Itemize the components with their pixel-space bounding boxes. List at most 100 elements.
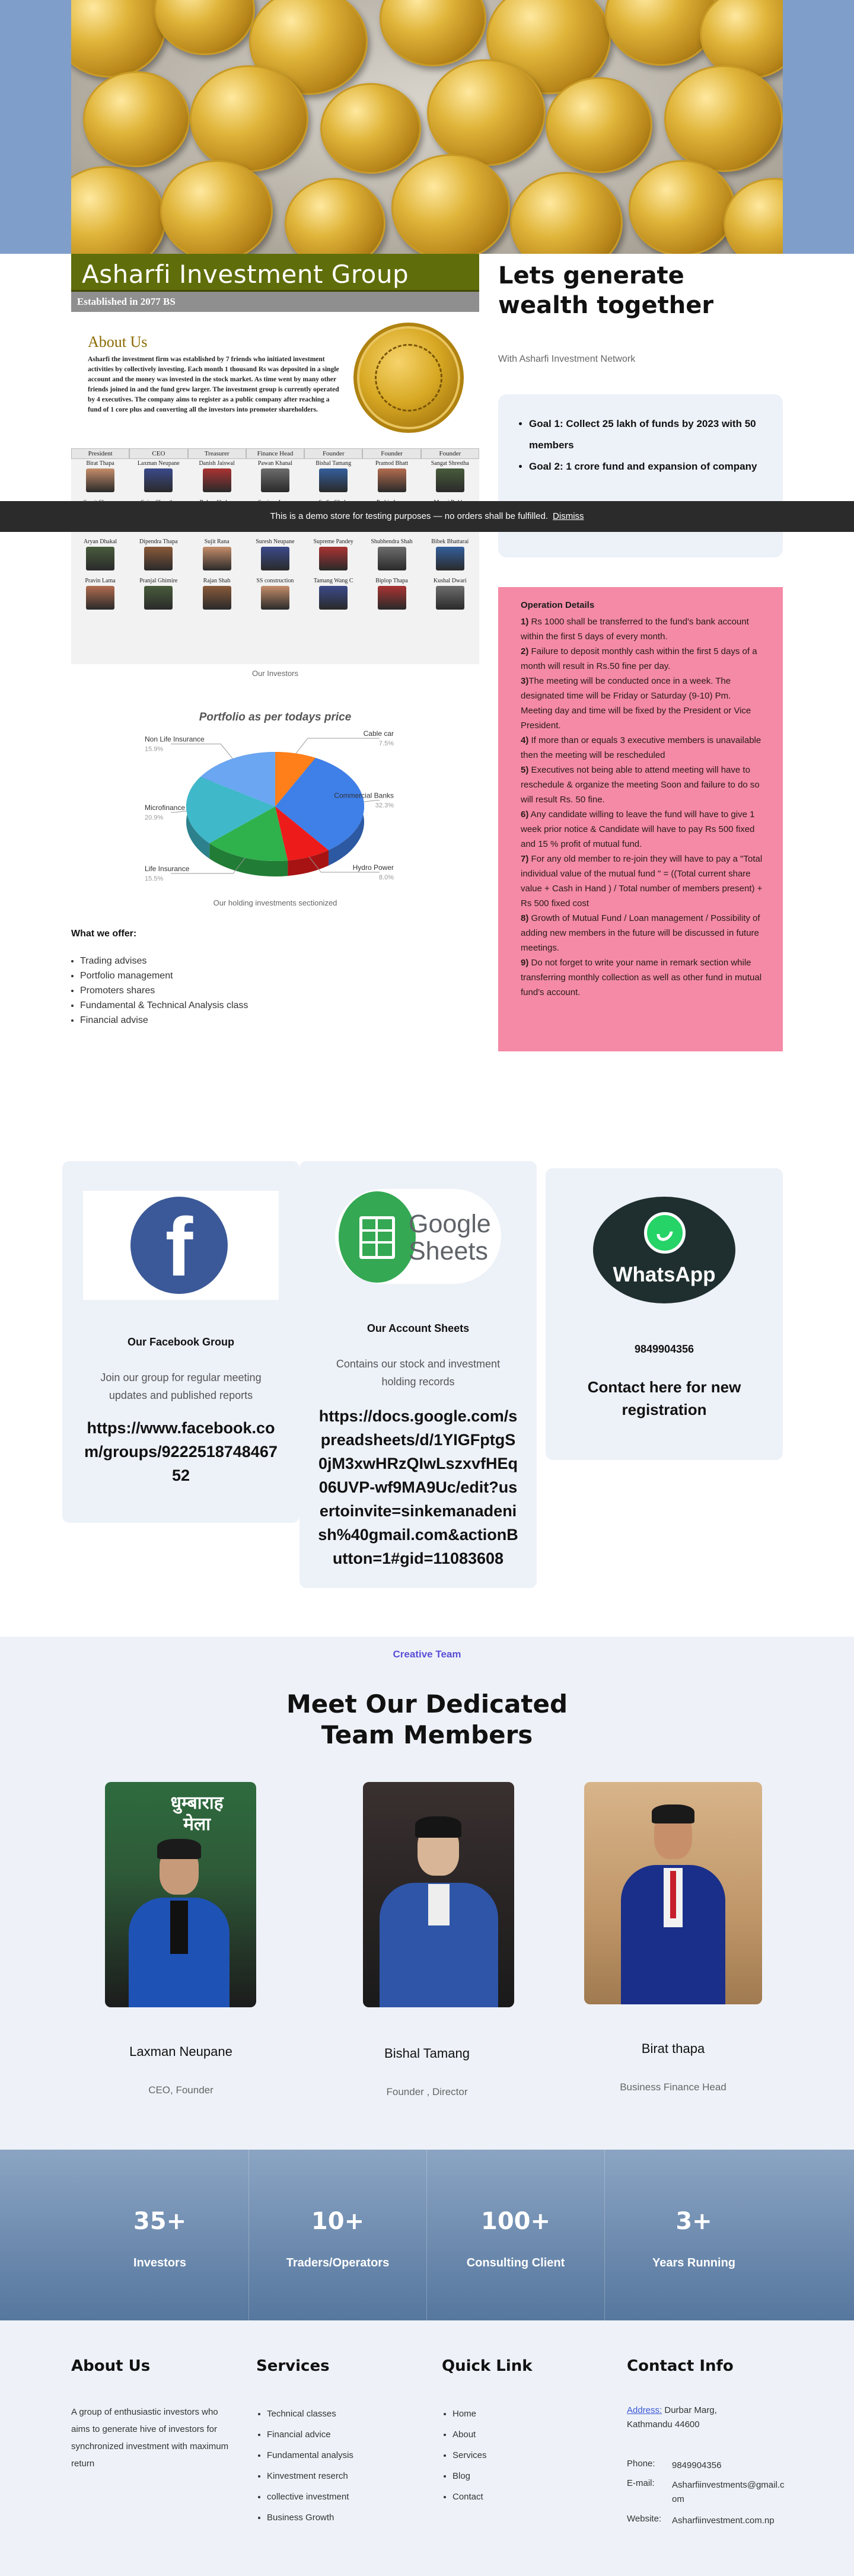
- gold-coin: [546, 77, 652, 173]
- stat-label: Years Running: [652, 2256, 736, 2269]
- investor-name: Sujit Rana: [204, 538, 230, 545]
- demo-store-text: This is a demo store for testing purpose…: [270, 511, 549, 521]
- member-name-bishal: Bishal Tamang: [384, 2046, 470, 2061]
- contact-address: Address: Durbar Marg, Kathmandu 44600: [627, 2403, 787, 2432]
- email-value[interactable]: Asharfiinvestments@gmail.com: [672, 2478, 785, 2507]
- gold-coin: [71, 0, 166, 78]
- footer-quick-link[interactable]: Services: [453, 2445, 487, 2466]
- investor-cell: Bishal Tamang: [308, 460, 359, 493]
- aig-banner: Asharfi Investment Group (AIG): [71, 254, 479, 318]
- pie-label: Commercial Banks: [334, 792, 394, 800]
- investor-name: Pramod Bhatt: [375, 460, 409, 467]
- investors-grid-role: President: [71, 448, 130, 459]
- offer-item: Trading advises: [80, 954, 248, 968]
- investor-cell: Suresh Neupane: [250, 538, 301, 572]
- operation-number: 6): [521, 809, 529, 820]
- website-value[interactable]: Asharfiinvestment.com.np: [672, 2514, 785, 2528]
- gold-coin: [629, 160, 735, 254]
- investor-photo: [86, 547, 114, 570]
- gold-coin: [724, 178, 783, 254]
- operation-details-text: 1) Rs 1000 shall be transferred to the f…: [521, 614, 764, 1000]
- footer-quick-title: Quick Link: [442, 2357, 533, 2375]
- facebook-group-link[interactable]: https://www.facebook.com/groups/92225187…: [80, 1416, 282, 1487]
- stat-traders: 10+ Traders/Operators: [249, 2150, 427, 2320]
- whatsapp-phone[interactable]: 9849904356: [546, 1343, 783, 1356]
- footer-quick-link[interactable]: Blog: [453, 2466, 487, 2486]
- investors-caption: Our Investors: [251, 669, 299, 678]
- investor-cell: Sujit Rana: [192, 538, 243, 572]
- demo-store-notice: This is a demo store for testing purpose…: [0, 501, 854, 532]
- operation-rule: If more than or equals 3 executive membe…: [521, 735, 761, 760]
- stats-band: 35+ Investors 10+ Traders/Operators 100+…: [0, 2150, 854, 2320]
- investors-grid-role: Finance Head: [246, 448, 305, 459]
- gold-coin: [285, 178, 385, 254]
- investor-name: Bishal Tamang: [316, 460, 352, 467]
- footer-quick-link[interactable]: Home: [453, 2403, 487, 2424]
- about-us-panel: About Us Asharfi the investment firm was…: [71, 312, 479, 448]
- operation-number: 3): [521, 676, 529, 686]
- investor-cell: Supreme Pandey: [308, 538, 359, 572]
- investors-grid-role: CEO: [129, 448, 188, 459]
- offer-list: Trading advisesPortfolio managementPromo…: [80, 954, 248, 1028]
- operation-details-box: Operation Details 1) Rs 1000 shall be tr…: [498, 587, 783, 1051]
- website-label: Website:: [627, 2514, 662, 2524]
- investors-grid-header: President CEO Treasurer Finance Head Founder…: [71, 448, 479, 459]
- facebook-logo-box: f: [83, 1191, 279, 1300]
- footer-quick-link[interactable]: About: [453, 2424, 487, 2445]
- investor-cell: Danish Jaiswal: [192, 460, 243, 493]
- investor-photo: [435, 547, 464, 570]
- investor-cell: Shubhendra Shah: [367, 538, 418, 572]
- dismiss-link[interactable]: Dismiss: [553, 511, 584, 521]
- address-label[interactable]: Address:: [627, 2405, 662, 2415]
- investors-grid-role: Founder: [420, 448, 479, 459]
- stat-label: Investors: [133, 2256, 186, 2269]
- investor-photo: [377, 586, 406, 610]
- investor-name: Supreme Pandey: [313, 538, 353, 545]
- operation-number: 1): [521, 617, 529, 627]
- stat-label: Consulting Client: [466, 2256, 565, 2269]
- investor-photo: [319, 547, 348, 570]
- footer-quick-link[interactable]: Contact: [453, 2486, 487, 2507]
- pie-leader-line: [171, 744, 233, 759]
- about-us-text: Asharfi the investment firm was establis…: [88, 356, 339, 413]
- phone-label: Phone:: [627, 2459, 655, 2469]
- stat-clients: 100+ Consulting Client: [427, 2150, 605, 2320]
- phone-value[interactable]: 9849904356: [672, 2459, 785, 2473]
- sheets-logo-text: Google Sheets: [409, 1210, 491, 1265]
- pie-value-label: 20.9%: [145, 814, 163, 821]
- stat-number: 3+: [675, 2208, 712, 2235]
- footer-service-item: Business Growth: [267, 2507, 353, 2528]
- investor-photo: [319, 586, 348, 610]
- whatsapp-cta[interactable]: Contact here for new registration: [575, 1376, 753, 1421]
- member-name-birat: Birat thapa: [641, 2041, 705, 2056]
- sheets-link[interactable]: https://docs.google.com/spreadsheets/d/1…: [317, 1404, 519, 1570]
- footer-quick-list: HomeAboutServicesBlogContact: [442, 2403, 487, 2507]
- operation-number: 4): [521, 735, 529, 745]
- footer-services-list: Technical classesFinancial adviceFundame…: [256, 2403, 353, 2528]
- gold-coin: [664, 65, 783, 172]
- investor-photo: [435, 468, 464, 492]
- about-us-title: About Us: [88, 333, 148, 350]
- investor-name: Suresh Neupane: [256, 538, 295, 545]
- stat-label: Traders/Operators: [286, 2256, 390, 2269]
- investor-photo: [144, 468, 173, 492]
- investor-name: Pravin Lama: [85, 578, 116, 584]
- member-name-laxman: Laxman Neupane: [129, 2044, 232, 2059]
- member-photo-banner-text: धुम्बाराह मेला: [170, 1793, 224, 1834]
- investor-cell: Pramod Bhatt: [367, 460, 418, 493]
- facebook-card-desc: Join our group for regular meeting updat…: [100, 1372, 262, 1401]
- investor-photo: [260, 547, 289, 570]
- investor-photo: [377, 468, 406, 492]
- investor-name: Sangat Shrestha: [431, 460, 469, 467]
- footer-service-item: collective investment: [267, 2486, 353, 2507]
- pie-value-label: 15.9%: [145, 746, 163, 753]
- investor-cell: SS construction: [250, 578, 301, 611]
- gold-coin: [427, 59, 546, 166]
- gold-coin: [380, 0, 486, 66]
- member-photo-birat: [584, 1782, 762, 2004]
- investor-name: Aryan Dhakal: [83, 538, 117, 545]
- member-role-laxman: CEO, Founder: [148, 2084, 214, 2096]
- operation-number: 8): [521, 913, 529, 923]
- investor-cell: Biplop Thapa: [367, 578, 418, 611]
- investor-photo: [202, 547, 231, 570]
